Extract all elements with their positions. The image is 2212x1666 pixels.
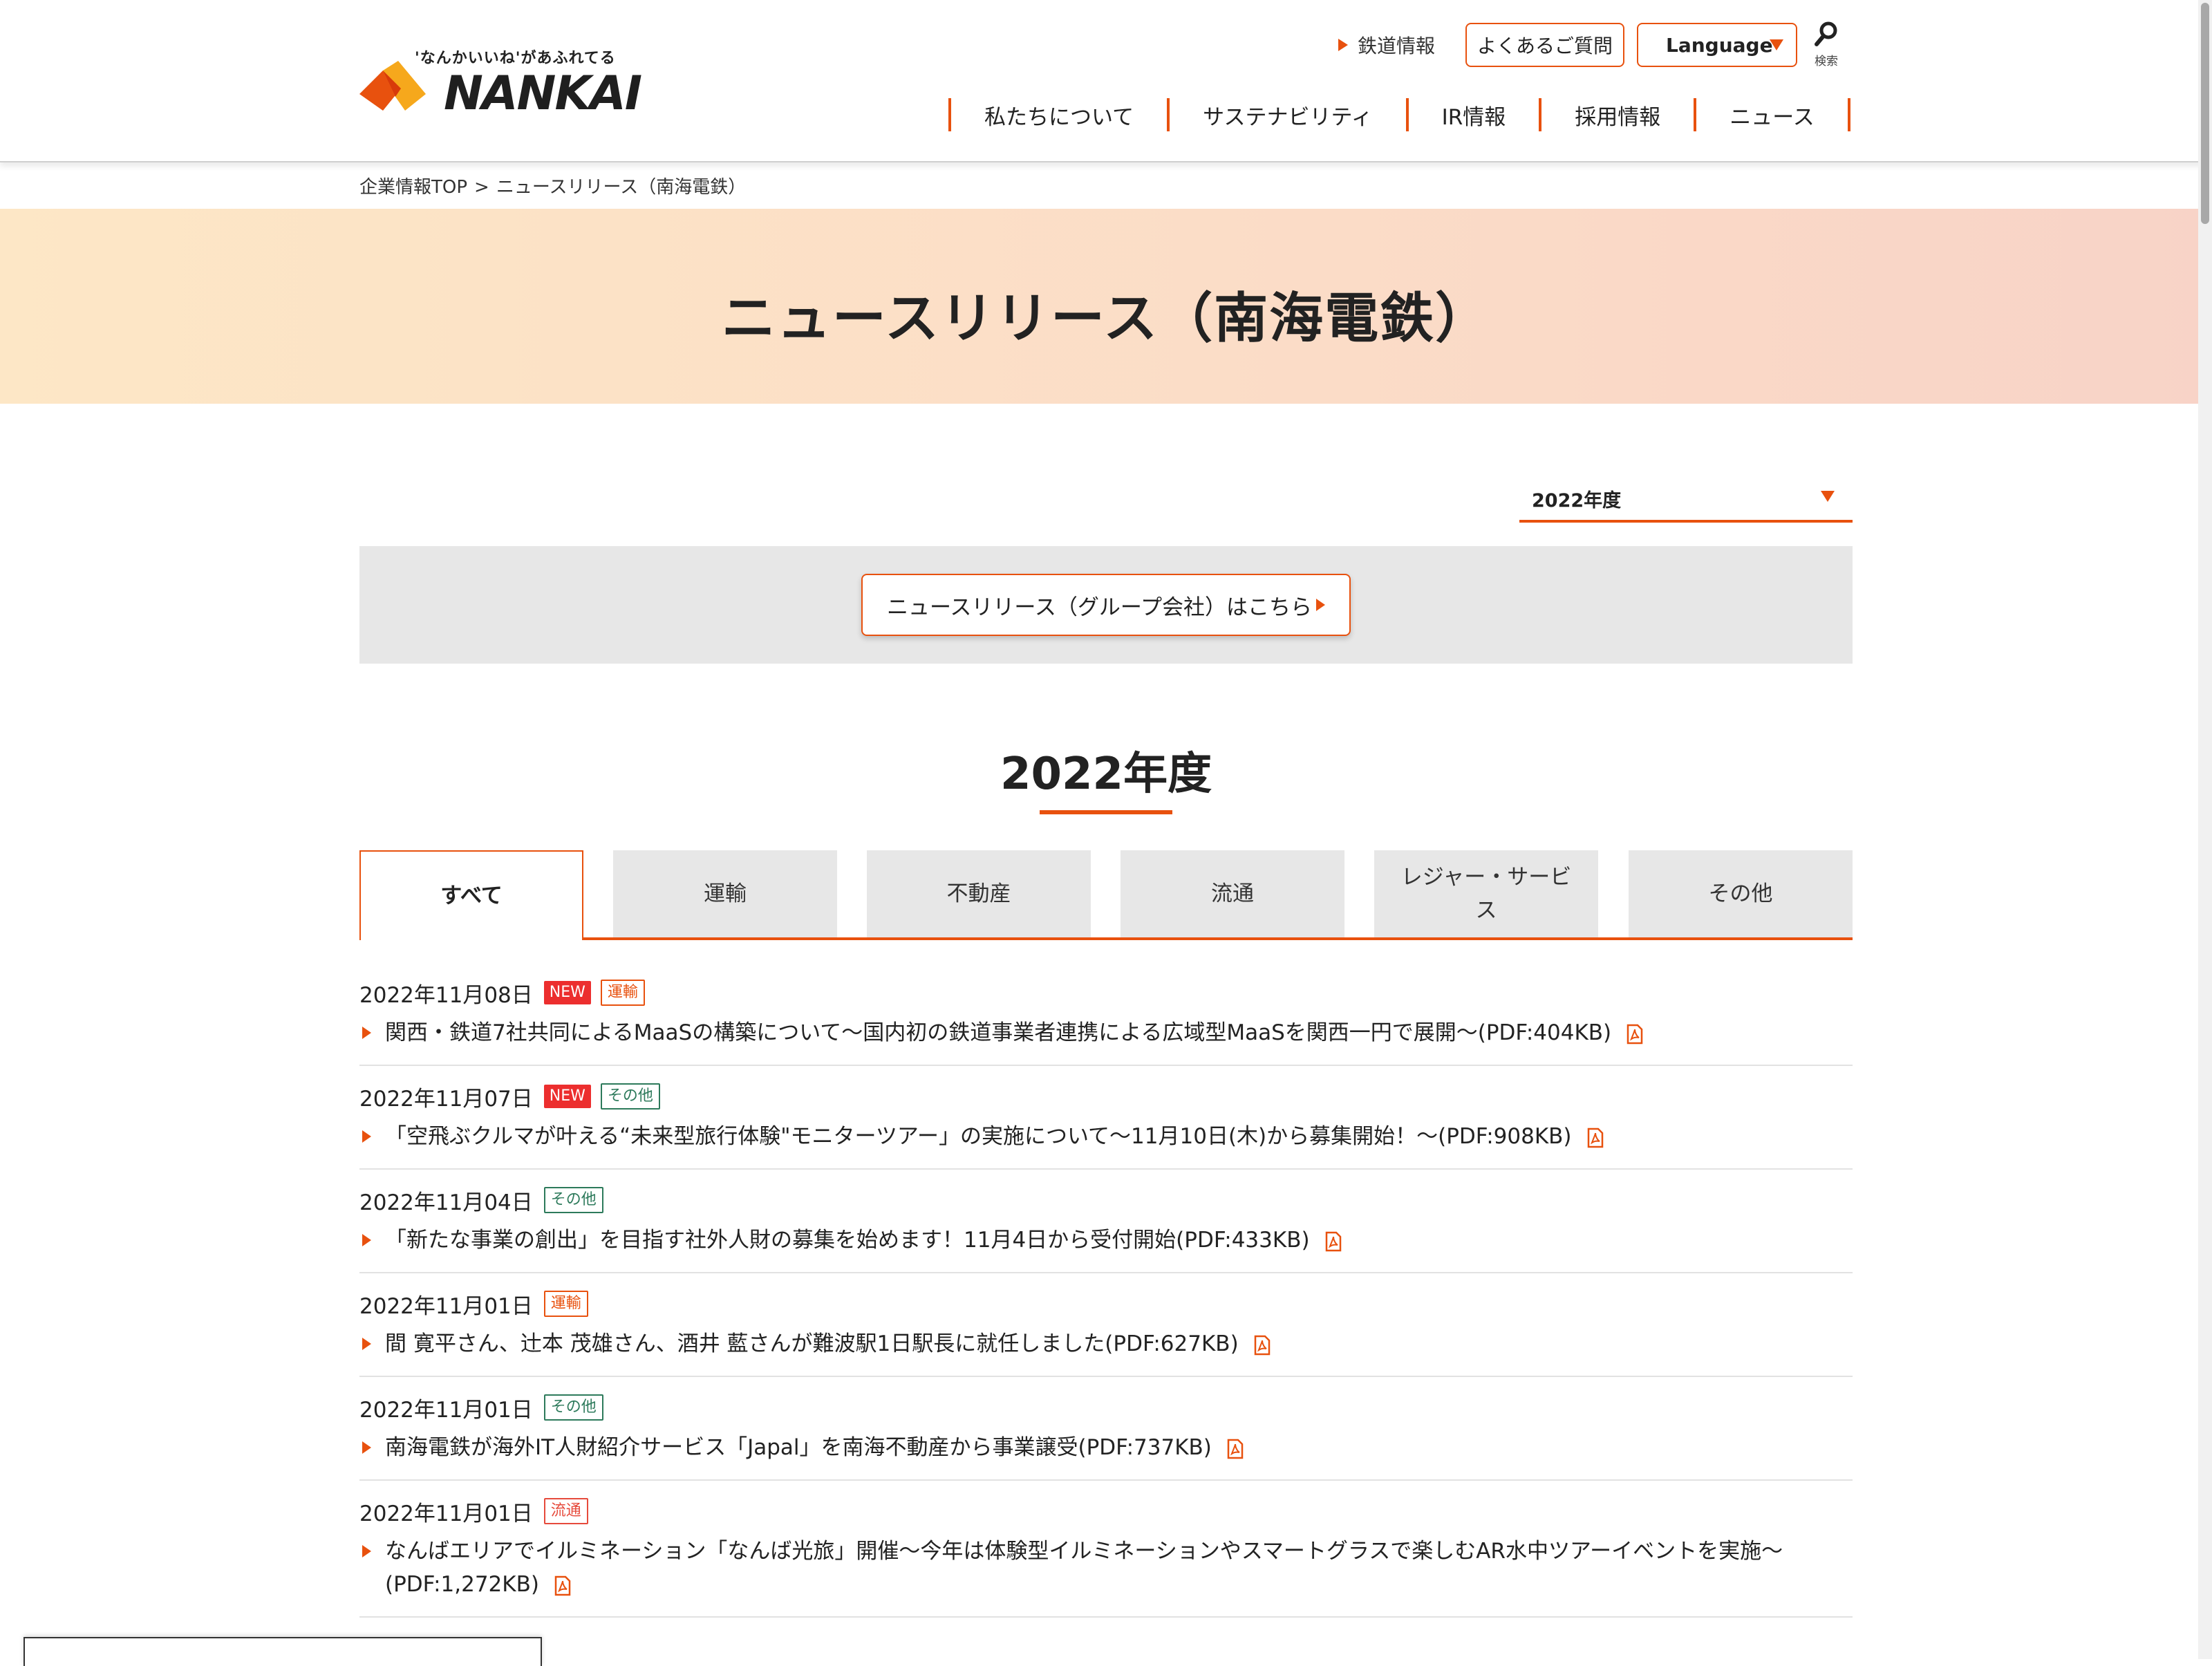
category-badge: その他 <box>600 1083 660 1110</box>
breadcrumb: 企業情報TOP > ニュースリリース（南海電鉄） <box>359 173 746 198</box>
search-label: 検索 <box>1815 55 1838 68</box>
rail-info-label: 鉄道情報 <box>1358 35 1436 57</box>
group-news-button[interactable]: ニュースリリース（グループ会社）はこちら <box>861 574 1351 636</box>
category-badge: 流通 <box>543 1498 588 1524</box>
breadcrumb-separator: > <box>474 177 489 198</box>
search-button[interactable]: 検索 <box>1806 21 1847 69</box>
news-item: 2022年11月01日 流通 なんばエリアでイルミネーション「なんば光旅」開催～… <box>359 1481 1853 1618</box>
scrollbar-thumb[interactable] <box>2201 3 2209 224</box>
nav-item-about[interactable]: 私たちについて <box>951 100 1167 131</box>
category-badge: 運輸 <box>600 980 645 1006</box>
pdf-icon <box>1627 1024 1643 1044</box>
pdf-icon <box>1325 1231 1341 1251</box>
pdf-icon <box>1587 1127 1603 1148</box>
page-title: ニュースリリース（南海電鉄） <box>721 288 1491 350</box>
pdf-icon <box>1227 1439 1244 1459</box>
year-select-value: 2022年度 <box>1532 490 1622 512</box>
news-link[interactable]: 「空飛ぶクルマが叶える“未来型旅行体験"モニターツアー」の実施について～11月1… <box>359 1120 1853 1153</box>
category-badge: 運輸 <box>543 1291 588 1317</box>
language-button[interactable]: Language <box>1637 23 1797 67</box>
news-item: 2022年11月04日 その他 「新たな事業の創出」を目指す社外人財の募集を始め… <box>359 1170 1853 1273</box>
arrow-right-icon <box>362 1234 371 1246</box>
new-badge: NEW <box>543 981 591 1004</box>
news-date: 2022年11月07日 <box>359 1086 533 1112</box>
cookie-banner-edge[interactable] <box>24 1637 542 1666</box>
rail-info-link[interactable]: 鉄道情報 <box>1338 21 1435 69</box>
category-badge: その他 <box>543 1187 603 1213</box>
news-title: 「空飛ぶクルマが叶える“未来型旅行体験"モニターツアー」の実施について～11月1… <box>385 1124 1572 1149</box>
breadcrumb-home-link[interactable]: 企業情報TOP <box>359 177 467 198</box>
nav-item-sustainability[interactable]: サステナビリティ <box>1170 100 1406 131</box>
category-tabs: すべて 運輸 不動産 流通 レジャー・サービス その他 <box>359 850 1853 940</box>
news-title: 関西・鉄道7社共同によるMaaSの構築について～国内初の鉄道事業者連携による広域… <box>385 1020 1612 1045</box>
arrow-right-icon <box>362 1338 371 1350</box>
new-badge: NEW <box>543 1085 591 1108</box>
global-nav: 私たちについて サステナビリティ IR情報 採用情報 ニュース <box>948 97 1850 133</box>
logo-wordmark: NANKAI <box>444 66 642 121</box>
tab-retail[interactable]: 流通 <box>1121 850 1344 937</box>
page-hero: ニュースリリース（南海電鉄） <box>0 209 2212 404</box>
arrow-right-icon <box>1338 39 1348 51</box>
news-link[interactable]: なんばエリアでイルミネーション「なんば光旅」開催～今年は体験型イルミネーションや… <box>359 1535 1853 1601</box>
tab-other[interactable]: その他 <box>1629 850 1853 937</box>
news-date: 2022年11月01日 <box>359 1501 533 1526</box>
faq-button[interactable]: よくあるご質問 <box>1465 23 1624 67</box>
tab-leisure-service[interactable]: レジャー・サービス <box>1374 850 1598 937</box>
nankai-logo[interactable]: 'なんかいいね'があふれてる NANKAI <box>359 46 642 122</box>
scrollbar[interactable] <box>2198 0 2212 1659</box>
nav-item-news[interactable]: ニュース <box>1696 100 1847 131</box>
news-link[interactable]: 南海電鉄が海外IT人財紹介サービス「Japal」を南海不動産から事業譲受(PDF… <box>359 1431 1853 1464</box>
group-news-label: ニュースリリース（グループ会社）はこちら <box>886 595 1313 620</box>
tabs-baseline <box>359 937 1853 940</box>
logo-tagline: 'なんかいいね'があふれてる <box>415 50 616 67</box>
pdf-icon <box>554 1575 571 1595</box>
news-item: 2022年11月01日 その他 南海電鉄が海外IT人財紹介サービス「Japal」… <box>359 1377 1853 1481</box>
year-select[interactable]: 2022年度 <box>1519 473 1853 523</box>
breadcrumb-current: ニュースリリース（南海電鉄） <box>496 177 747 198</box>
news-date: 2022年11月01日 <box>359 1397 533 1423</box>
nav-item-recruit[interactable]: 採用情報 <box>1541 100 1694 131</box>
search-icon <box>1815 21 1837 46</box>
news-date: 2022年11月08日 <box>359 982 533 1008</box>
page: 'なんかいいね'があふれてる NANKAI 鉄道情報 よくあるご質問 Langu… <box>0 0 2212 1666</box>
news-list: 2022年11月08日 NEW 運輸 関西・鉄道7社共同によるMaaSの構築につ… <box>359 962 1853 1618</box>
news-title: 南海電鉄が海外IT人財紹介サービス「Japal」を南海不動産から事業譲受(PDF… <box>385 1435 1212 1460</box>
pdf-icon <box>1254 1335 1270 1355</box>
heading-underline <box>1040 810 1172 814</box>
nav-item-ir[interactable]: IR情報 <box>1409 100 1539 131</box>
news-item: 2022年11月08日 NEW 運輸 関西・鉄道7社共同によるMaaSの構築につ… <box>359 962 1853 1066</box>
news-item: 2022年11月01日 運輸 間 寛平さん、辻本 茂雄さん、酒井 藍さんが難波駅… <box>359 1273 1853 1377</box>
logo-mark-icon <box>359 61 426 111</box>
arrow-right-icon <box>362 1027 371 1039</box>
language-label: Language <box>1666 33 1773 57</box>
arrow-right-icon <box>362 1130 371 1143</box>
tab-real-estate[interactable]: 不動産 <box>867 850 1091 937</box>
category-badge: その他 <box>543 1394 603 1421</box>
group-link-panel: ニュースリリース（グループ会社）はこちら <box>359 546 1853 664</box>
news-date: 2022年11月01日 <box>359 1293 533 1319</box>
news-title: 「新たな事業の創出」を目指す社外人財の募集を始めます！11月4日から受付開始(P… <box>385 1228 1310 1253</box>
news-date: 2022年11月04日 <box>359 1190 533 1215</box>
tab-transport[interactable]: 運輸 <box>613 850 837 937</box>
news-item: 2022年11月07日 NEW その他 「空飛ぶクルマが叶える“未来型旅行体験"… <box>359 1066 1853 1170</box>
year-heading: 2022年度 <box>1000 749 1212 800</box>
news-title: なんばエリアでイルミネーション「なんば光旅」開催～今年は体験型イルミネーションや… <box>385 1539 1783 1597</box>
news-link[interactable]: 「新たな事業の創出」を目指す社外人財の募集を始めます！11月4日から受付開始(P… <box>359 1224 1853 1257</box>
chevron-down-icon <box>1821 491 1835 502</box>
news-link[interactable]: 関西・鉄道7社共同によるMaaSの構築について～国内初の鉄道事業者連携による広域… <box>359 1016 1853 1049</box>
tab-all[interactable]: すべて <box>359 850 583 940</box>
nav-divider <box>1847 98 1850 131</box>
site-header: 'なんかいいね'があふれてる NANKAI 鉄道情報 よくあるご質問 Langu… <box>0 0 2212 162</box>
chevron-down-icon <box>1770 39 1783 50</box>
arrow-right-icon <box>1316 599 1326 611</box>
news-link[interactable]: 間 寛平さん、辻本 茂雄さん、酒井 藍さんが難波駅1日駅長に就任しました(PDF… <box>359 1327 1853 1360</box>
arrow-right-icon <box>362 1545 371 1557</box>
arrow-right-icon <box>362 1441 371 1454</box>
news-title: 間 寛平さん、辻本 茂雄さん、酒井 藍さんが難波駅1日駅長に就任しました(PDF… <box>385 1331 1239 1356</box>
